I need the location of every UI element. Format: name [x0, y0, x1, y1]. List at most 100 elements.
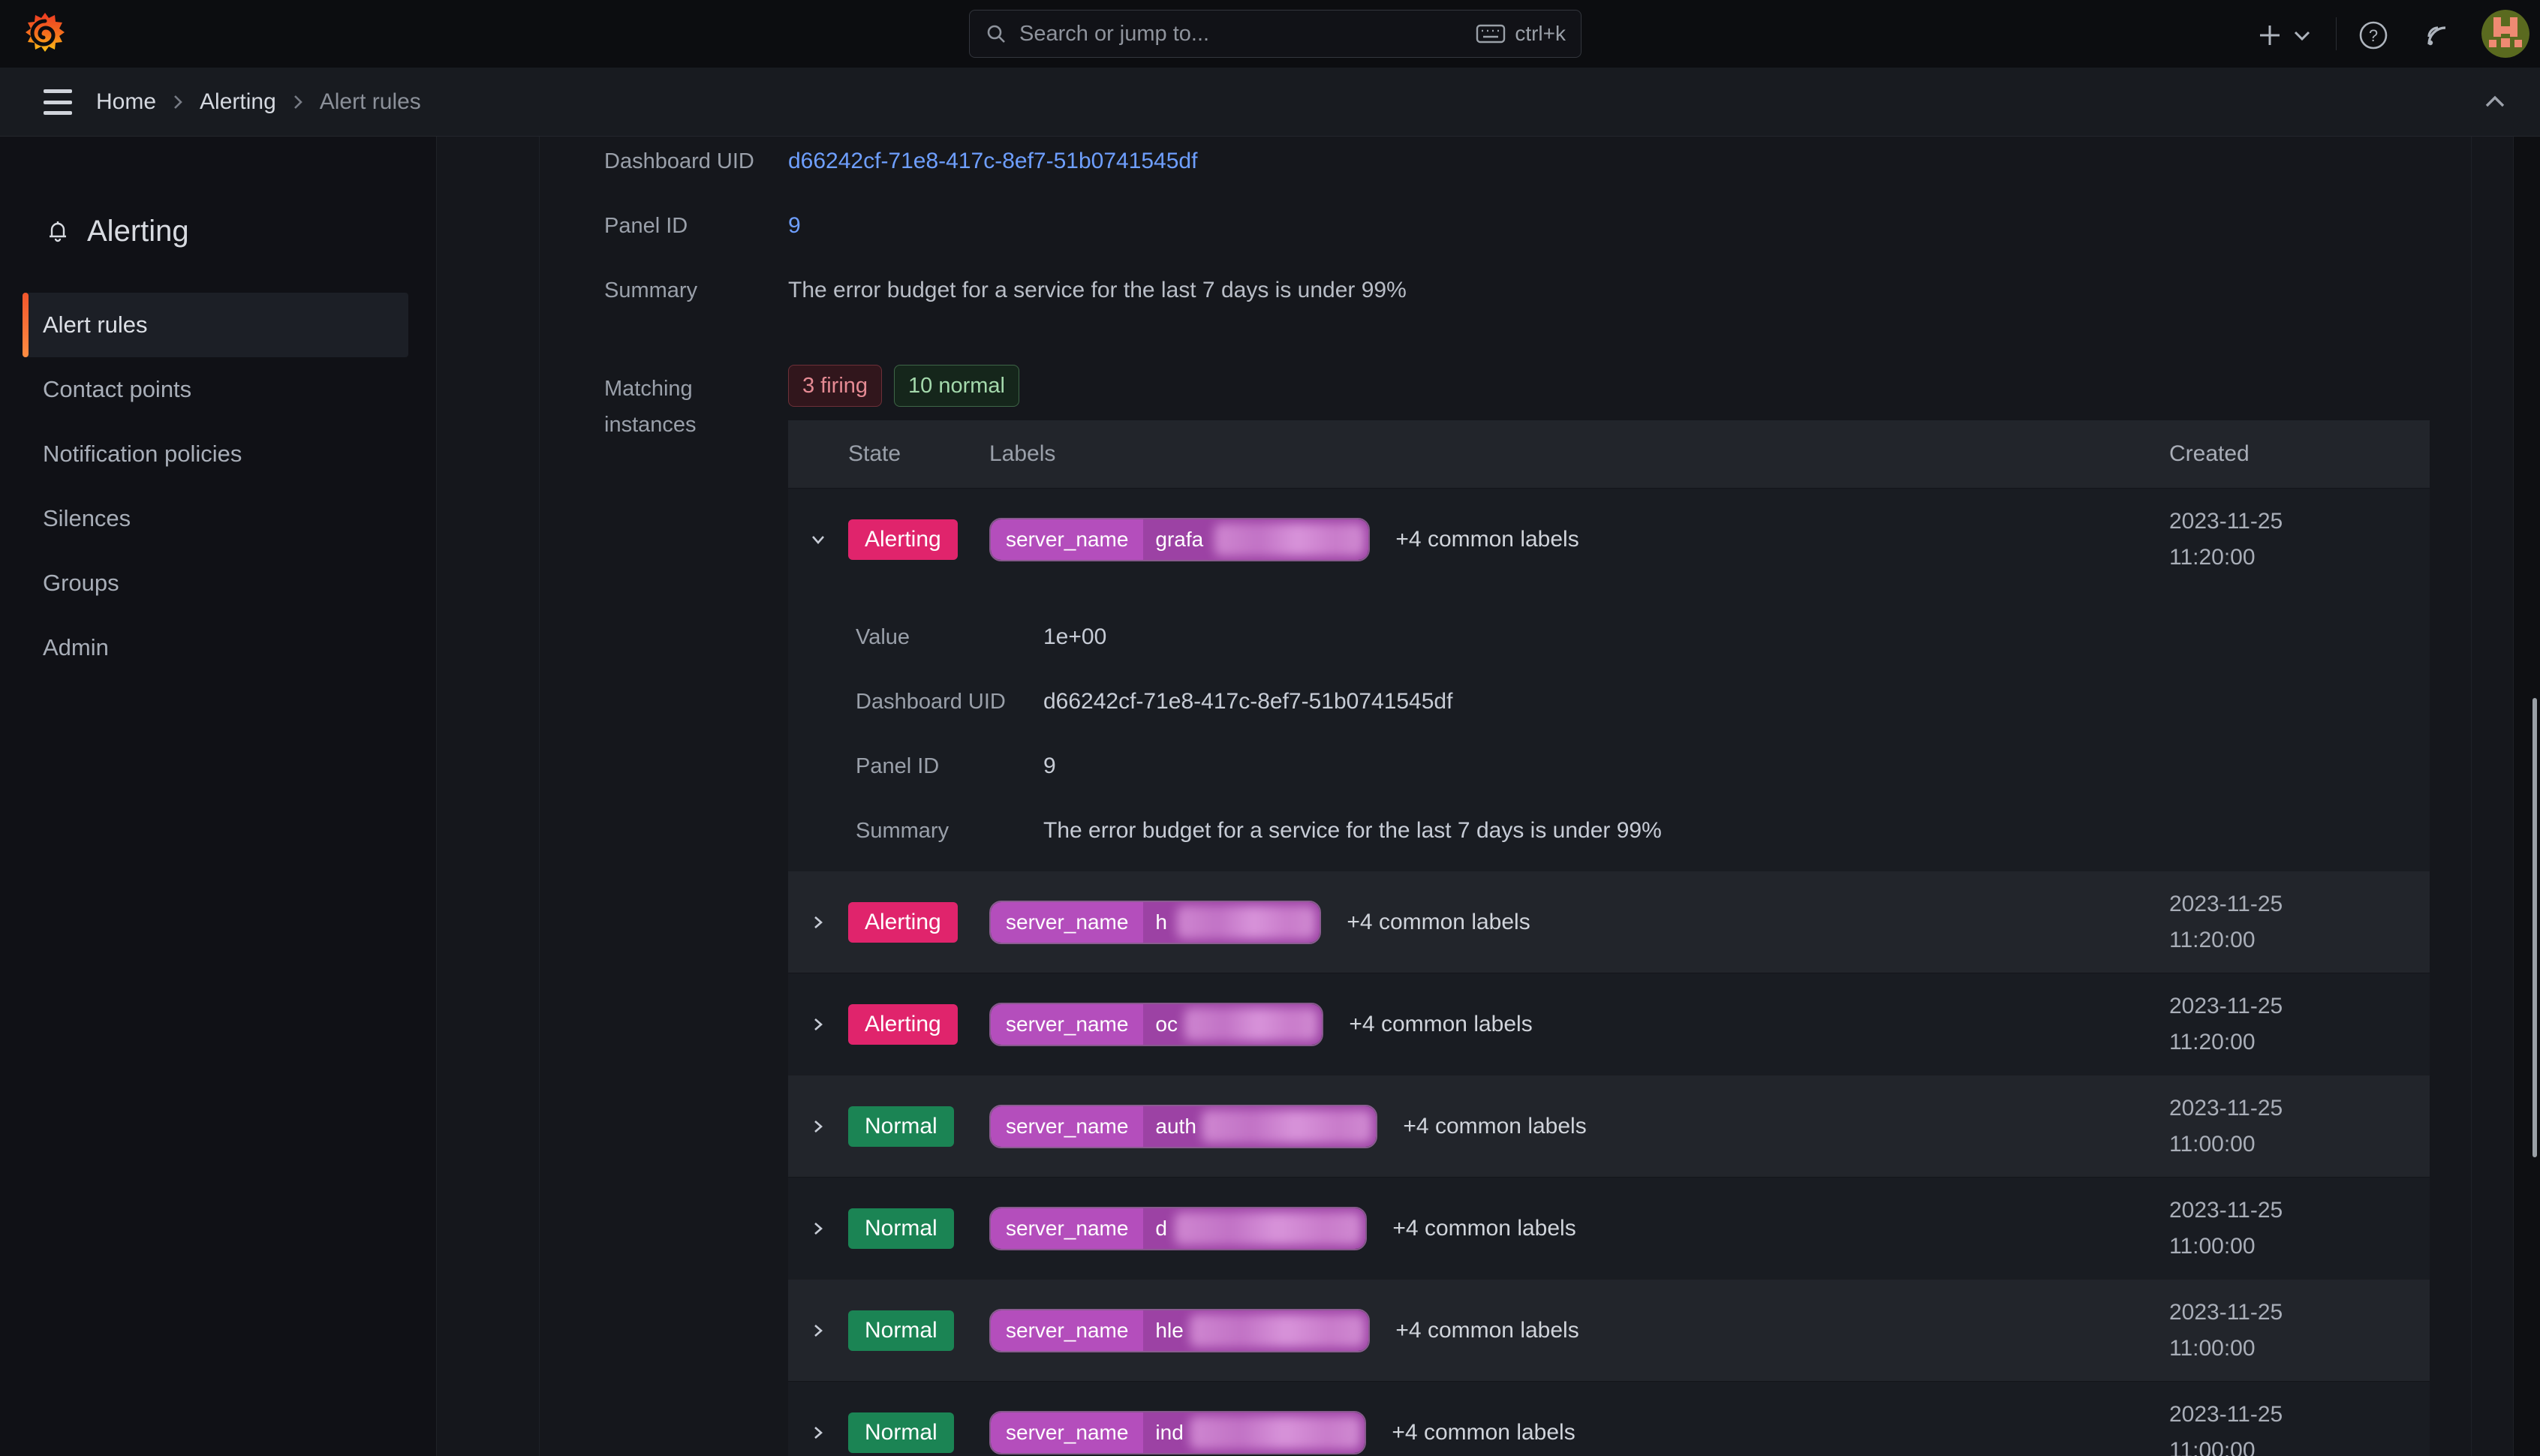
chevron-right-icon — [807, 1115, 829, 1138]
expand-row-button[interactable] — [788, 1421, 848, 1444]
breadcrumb-home[interactable]: Home — [96, 89, 156, 115]
sidebar-item-groups[interactable]: Groups — [0, 551, 436, 615]
news-icon — [2423, 20, 2453, 50]
normal-count-badge: 10 normal — [894, 365, 1019, 407]
created-cell: 2023-11-2511:00:00 — [2169, 1397, 2430, 1456]
common-labels-text: +4 common labels — [1395, 527, 1578, 552]
field-label: Dashboard UID — [604, 149, 788, 174]
content-divider — [539, 137, 540, 1456]
matching-instances-section: Matching instances 3 firing 10 normal St… — [604, 365, 2430, 1456]
expand-row-button[interactable] — [788, 1319, 848, 1342]
state-badge: Alerting — [848, 1004, 958, 1045]
scrollbar-thumb[interactable] — [2532, 698, 2537, 1157]
label-pill: server_name d — [989, 1207, 1367, 1250]
common-labels-text: +4 common labels — [1392, 1420, 1575, 1445]
table-row[interactable]: Normal server_name auth +4 common labels… — [788, 1075, 2430, 1177]
main-content: Dashboard UID d66242cf-71e8-417c-8ef7-51… — [437, 137, 2540, 1456]
sidebar-item-contact-points[interactable]: Contact points — [0, 357, 436, 422]
created-cell: 2023-11-2511:00:00 — [2169, 1295, 2430, 1367]
breadcrumb-alerting[interactable]: Alerting — [200, 89, 276, 115]
chevron-right-icon — [807, 1319, 829, 1342]
table-row[interactable]: Alerting server_name oc +4 common labels… — [788, 973, 2430, 1075]
sidebar-item-notification-policies[interactable]: Notification policies — [0, 422, 436, 486]
common-labels-text: +4 common labels — [1403, 1114, 1586, 1139]
keyboard-icon — [1476, 23, 1506, 45]
table-row[interactable]: Normal server_name hle +4 common labels … — [788, 1279, 2430, 1381]
common-labels-text: +4 common labels — [1347, 910, 1530, 935]
panel-id-link[interactable]: 9 — [1043, 754, 1056, 779]
detail-summary: The error budget for a service for the l… — [1043, 818, 1662, 844]
chevron-down-icon — [2292, 29, 2312, 42]
page-right-divider — [2471, 137, 2472, 1456]
label-pill: server_name grafa — [989, 518, 1370, 561]
dashboard-uid-link[interactable]: d66242cf-71e8-417c-8ef7-51b0741545df — [788, 149, 1197, 174]
help-button[interactable]: ? — [2357, 19, 2390, 52]
expand-row-button[interactable] — [788, 1217, 848, 1240]
redacted-blur — [1202, 1110, 1372, 1143]
sidebar-section-title[interactable]: Alerting — [45, 209, 436, 254]
table-row[interactable]: Alerting server_name grafa +4 common l — [788, 488, 2430, 871]
common-labels-text: +4 common labels — [1349, 1012, 1532, 1037]
chevron-right-icon — [807, 911, 829, 934]
chevron-up-icon — [2483, 94, 2507, 110]
collapse-row-button[interactable] — [788, 528, 848, 551]
plus-icon — [2257, 23, 2283, 48]
table-row[interactable]: Alerting server_name h +4 common labels … — [788, 871, 2430, 973]
created-cell: 2023-11-2511:00:00 — [2169, 1193, 2430, 1265]
sidebar-nav: Alert rules Contact points Notification … — [0, 293, 436, 680]
field-dashboard-uid: Dashboard UID d66242cf-71e8-417c-8ef7-51… — [604, 137, 2430, 194]
detail-value: 1e+00 — [1043, 624, 1106, 650]
news-button[interactable] — [2421, 19, 2454, 52]
breadcrumb-separator-icon — [171, 92, 185, 112]
label-pill: server_name h — [989, 901, 1321, 944]
breadcrumb-current: Alert rules — [320, 89, 421, 115]
search-shortcut: ctrl+k — [1476, 22, 1566, 46]
header-state: State — [848, 441, 989, 467]
chevron-down-icon — [807, 528, 829, 551]
label-pill: server_name ind — [989, 1411, 1366, 1454]
dashboard-uid-link[interactable]: d66242cf-71e8-417c-8ef7-51b0741545df — [1043, 689, 1452, 714]
table-header-row: State Labels Created — [788, 420, 2430, 488]
breadcrumb-bar: Home Alerting Alert rules — [0, 68, 2540, 137]
topbar-divider — [2336, 17, 2337, 50]
instance-details: Value1e+00 Dashboard UIDd66242cf-71e8-41… — [788, 590, 2430, 871]
sidebar-item-silences[interactable]: Silences — [0, 486, 436, 551]
sidebar-item-alert-rules[interactable]: Alert rules — [0, 293, 436, 357]
grafana-logo-icon[interactable] — [21, 10, 69, 58]
top-navigation-bar: Search or jump to... ctrl+k ? — [0, 0, 2540, 68]
state-badge: Alerting — [848, 519, 958, 560]
menu-icon[interactable] — [44, 89, 72, 115]
search-input[interactable]: Search or jump to... ctrl+k — [969, 10, 1581, 58]
label-pill: server_name auth — [989, 1105, 1377, 1148]
expand-row-button[interactable] — [788, 1013, 848, 1036]
field-panel-id: Panel ID 9 — [604, 194, 2430, 258]
state-badge: Normal — [848, 1412, 954, 1453]
add-new-button[interactable] — [2253, 19, 2286, 52]
sidebar-item-admin[interactable]: Admin — [0, 615, 436, 680]
panel-id-link[interactable]: 9 — [788, 213, 801, 239]
search-icon — [985, 23, 1007, 45]
expand-row-button[interactable] — [788, 1115, 848, 1138]
svg-text:?: ? — [2369, 26, 2378, 45]
user-avatar[interactable] — [2481, 10, 2529, 58]
summary-text: The error budget for a service for the l… — [788, 278, 1407, 303]
created-cell: 2023-11-2511:00:00 — [2169, 1090, 2430, 1163]
label-pill: server_name hle — [989, 1309, 1370, 1352]
collapse-header-button[interactable] — [2480, 87, 2510, 117]
redacted-blur — [1190, 1314, 1365, 1347]
table-row[interactable]: Normal server_name ind +4 common labels … — [788, 1381, 2430, 1456]
created-cell: 2023-11-2511:20:00 — [2169, 886, 2430, 958]
instance-state-chips: 3 firing 10 normal — [788, 365, 2430, 407]
table-row[interactable]: Normal server_name d +4 common labels 20… — [788, 1177, 2430, 1279]
bell-icon — [45, 218, 71, 244]
header-labels: Labels — [989, 441, 2169, 467]
chevron-right-icon — [807, 1013, 829, 1036]
field-label: Summary — [604, 278, 788, 303]
help-icon: ? — [2358, 20, 2389, 51]
add-new-dropdown-button[interactable] — [2289, 26, 2315, 45]
common-labels-text: +4 common labels — [1395, 1318, 1578, 1343]
firing-count-badge: 3 firing — [788, 365, 882, 407]
expand-row-button[interactable] — [788, 911, 848, 934]
label-pill: server_name oc — [989, 1003, 1323, 1046]
field-summary: Summary The error budget for a service f… — [604, 258, 2430, 323]
